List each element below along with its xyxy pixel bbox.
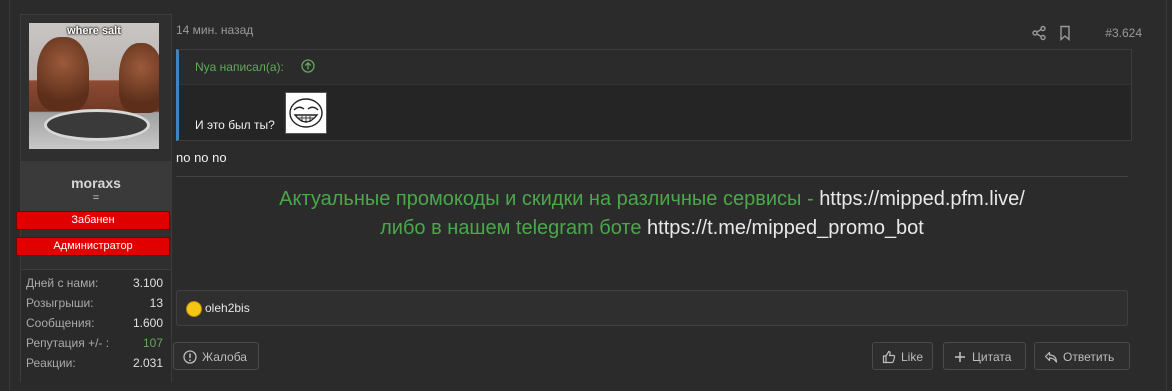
quote-block: Nya написал(а): И это был ты? [176,49,1132,141]
stat-value: 2.031 [132,356,163,370]
warning-icon [183,350,197,364]
quote-text: И это был ты? [195,118,275,132]
stat-value: 13 [149,296,163,310]
signature-line-2: либо в нашем telegram боте https://t.me/… [176,214,1128,243]
stat-reactions: Реакции: 2.031 [26,353,163,373]
trollface-image [285,92,327,134]
post-actions: #3.624 [1002,25,1142,41]
stat-days: Дней с нами: 3.100 [26,273,163,293]
avatar-desk [44,109,150,141]
signature-link-site[interactable]: https://mipped.pfm.live/ [819,188,1025,210]
user-title: = [92,192,100,204]
stat-label: Репутация +/- : [26,336,110,350]
avatar-figure-right [119,43,159,113]
signature-divider [176,176,1128,177]
stat-giveaways: Розыгрыши: 13 [26,293,163,313]
reply-button[interactable]: Ответить [1034,342,1130,370]
reply-icon [1044,351,1058,363]
signature-text: либо в нашем telegram боте [380,217,648,239]
post-message: no no no [176,150,227,165]
signature-line-1: Актуальные промокоды и скидки на различн… [176,185,1128,214]
report-label: Жалоба [202,350,247,364]
stat-value: 3.100 [132,276,163,290]
quote-author[interactable]: Nya написал(а): [195,60,284,74]
like-button[interactable]: Like [872,342,933,370]
signature: Актуальные промокоды и скидки на различн… [176,185,1128,243]
signature-link-telegram[interactable]: https://t.me/mipped_promo_bot [647,217,924,239]
username[interactable]: moraxs [21,175,171,191]
jump-to-quote-icon[interactable] [301,59,315,73]
stat-value[interactable]: 107 [143,333,163,353]
bookmark-icon[interactable] [1058,25,1072,41]
post-number[interactable]: #3.624 [1105,26,1142,40]
stat-value: 1.600 [132,316,163,330]
avatar-caption: where salt [67,25,121,37]
laughing-emoji-icon [186,301,202,317]
stat-label: Дней с нами: [26,276,99,290]
signature-text: Актуальные промокоды и скидки на различн… [279,188,820,210]
user-stats: Дней с нами: 3.100 Розыгрыши: 13 Сообщен… [21,269,171,382]
banned-banner: Забанен [16,211,170,230]
plus-icon [955,352,965,362]
quote-button[interactable]: Цитата [943,342,1026,370]
reaction-user[interactable]: oleh2bis [205,301,250,315]
reactions-bar[interactable]: oleh2bis [176,290,1128,326]
stat-label: Сообщения: [26,316,95,330]
stat-label: Розыгрыши: [26,296,94,310]
quote-label: Цитата [972,350,1012,364]
avatar-figure-left [37,37,89,111]
reply-label: Ответить [1063,350,1115,364]
post-time[interactable]: 14 мин. назад [176,23,253,37]
admin-banner: Администратор [16,237,170,256]
like-label: Like [901,350,924,364]
share-icon[interactable] [1031,25,1047,41]
stat-messages: Сообщения: 1.600 [26,313,163,333]
stat-label: Реакции: [26,356,76,370]
quote-header: Nya написал(а): [179,50,1131,85]
avatar[interactable]: where salt [29,23,159,149]
stat-reputation: Репутация +/- : 107 [26,333,163,353]
thumbs-up-icon [882,350,896,364]
user-column: where salt moraxs = Забанен Администрато… [16,14,172,382]
report-button[interactable]: Жалоба [173,342,259,370]
